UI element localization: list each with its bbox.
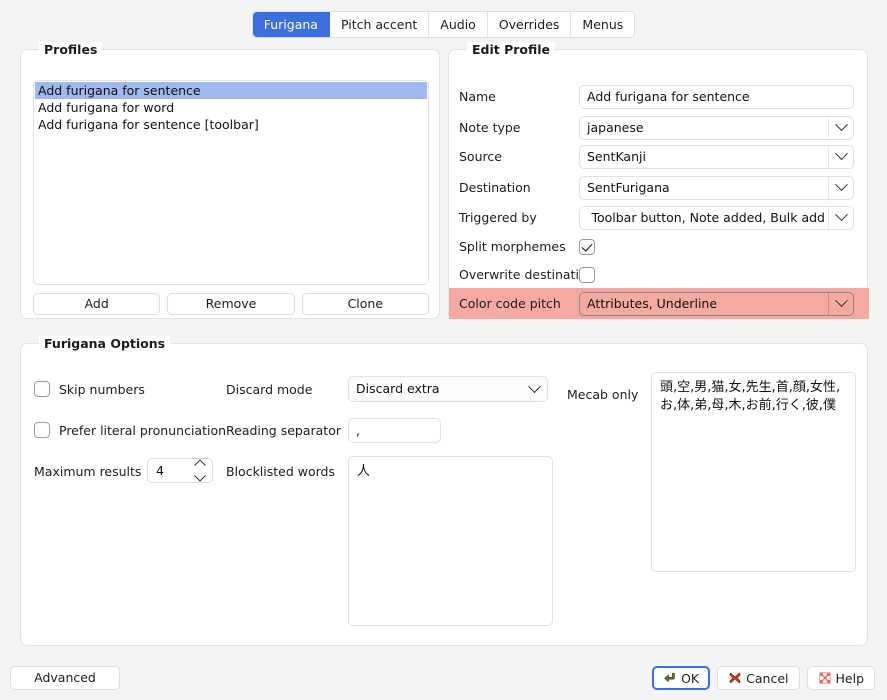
tab-bar: Furigana Pitch accent Audio Overrides Me… — [0, 11, 887, 38]
profiles-group: Profiles Add furigana for sentence Add f… — [20, 49, 440, 319]
ok-button-label: OK — [681, 671, 699, 686]
reading-separator-label: Reading separator — [226, 423, 341, 438]
source-label: Source — [449, 149, 579, 164]
triggered-by-select[interactable]: st, Toolbar button, Note added, Bulk add — [579, 206, 854, 230]
help-icon — [818, 671, 832, 685]
tab-pitch-accent[interactable]: Pitch accent — [330, 12, 429, 37]
note-type-field-wrap: japanese — [579, 116, 854, 140]
maximum-results-label: Maximum results — [34, 464, 141, 479]
furigana-settings-dialog: Furigana Pitch accent Audio Overrides Me… — [0, 0, 887, 700]
name-label: Name — [449, 89, 579, 104]
destination-label: Destination — [449, 180, 579, 195]
overwrite-destination-checkbox[interactable] — [579, 267, 595, 283]
skip-numbers-checkbox[interactable] — [34, 381, 50, 397]
form-row-triggered-by: Triggered by st, Toolbar button, Note ad… — [449, 203, 869, 232]
maximum-results-value: 4 — [156, 463, 164, 478]
note-type-value: japanese — [587, 120, 644, 135]
chevron-down-icon — [828, 177, 853, 199]
list-item[interactable]: Add furigana for sentence — [35, 82, 427, 99]
dialog-button-bar: Advanced OK Cancel — [0, 655, 887, 700]
note-type-select[interactable]: japanese — [579, 116, 854, 140]
tab-overrides[interactable]: Overrides — [488, 12, 572, 37]
source-value: SentKanji — [587, 149, 646, 164]
destination-value: SentFurigana — [587, 180, 670, 195]
chevron-down-icon — [828, 146, 853, 168]
edit-profile-group-legend: Edit Profile — [467, 42, 555, 57]
help-button[interactable]: Help — [807, 666, 876, 690]
blocklisted-words-label: Blocklisted words — [226, 464, 335, 479]
source-select[interactable]: SentKanji — [579, 145, 854, 169]
prefer-literal-pronunciation-label: Prefer literal pronunciation — [59, 423, 226, 438]
furigana-options-group: Furigana Options Skip numbers Prefer lit… — [20, 343, 868, 646]
source-field-wrap: SentKanji — [579, 145, 854, 169]
form-row-split-morphemes: Split morphemes — [449, 232, 869, 261]
triggered-by-field-wrap: st, Toolbar button, Note added, Bulk add — [579, 206, 854, 230]
discard-mode-label: Discard mode — [226, 382, 312, 397]
blocklisted-words-textarea[interactable]: 人 — [348, 456, 553, 626]
furigana-options-group-legend: Furigana Options — [39, 336, 170, 351]
close-x-icon — [728, 671, 742, 685]
reading-separator-input[interactable]: , — [348, 418, 441, 443]
ok-button[interactable]: OK — [652, 666, 710, 690]
tab-strip: Furigana Pitch accent Audio Overrides Me… — [252, 11, 636, 38]
split-morphemes-label: Split morphemes — [449, 239, 579, 254]
triggered-by-label: Triggered by — [449, 210, 579, 225]
profiles-group-legend: Profiles — [39, 42, 102, 57]
list-item[interactable]: Add furigana for word — [35, 99, 427, 116]
discard-mode-value: Discard extra — [356, 381, 440, 396]
chevron-down-icon — [828, 117, 853, 139]
advanced-button[interactable]: Advanced — [10, 666, 120, 690]
form-row-name: Name Add furigana for sentence — [449, 82, 869, 111]
form-row-color-code-pitch: Color code pitch Attributes, Underline — [449, 288, 869, 319]
maximum-results-stepper[interactable]: 4 — [147, 458, 213, 483]
chevron-down-icon — [522, 377, 547, 401]
color-code-pitch-value: Attributes, Underline — [587, 296, 717, 311]
destination-field-wrap: SentFurigana — [579, 176, 854, 200]
destination-select[interactable]: SentFurigana — [579, 176, 854, 200]
add-profile-button[interactable]: Add — [33, 293, 160, 315]
chevron-down-icon — [828, 293, 853, 315]
chevron-down-icon — [828, 207, 853, 229]
enter-arrow-icon — [663, 671, 677, 685]
clone-profile-button[interactable]: Clone — [302, 293, 429, 315]
color-code-pitch-label: Color code pitch — [449, 296, 579, 311]
cancel-button-label: Cancel — [746, 671, 788, 686]
remove-profile-button[interactable]: Remove — [167, 293, 294, 315]
profiles-listbox[interactable]: Add furigana for sentence Add furigana f… — [33, 80, 429, 285]
stepper-arrows-icon[interactable] — [194, 459, 206, 482]
overwrite-destination-wrap — [579, 266, 595, 283]
mecab-only-label: Mecab only — [567, 387, 638, 402]
help-button-label: Help — [836, 671, 865, 686]
color-code-pitch-field-wrap: Attributes, Underline — [579, 292, 854, 316]
tab-furigana[interactable]: Furigana — [253, 12, 330, 37]
cancel-button[interactable]: Cancel — [717, 666, 799, 690]
form-row-overwrite-destination: Overwrite destination — [449, 260, 869, 289]
form-row-source: Source SentKanji — [449, 142, 869, 171]
tab-audio[interactable]: Audio — [429, 12, 488, 37]
split-morphemes-wrap — [579, 238, 595, 255]
name-field-wrap: Add furigana for sentence — [579, 85, 854, 109]
form-row-destination: Destination SentFurigana — [449, 173, 869, 202]
discard-mode-select[interactable]: Discard extra — [348, 376, 548, 402]
overwrite-destination-label: Overwrite destination — [449, 267, 579, 282]
tab-menus[interactable]: Menus — [571, 12, 634, 37]
skip-numbers-label: Skip numbers — [59, 382, 145, 397]
profile-action-buttons: Add Remove Clone — [33, 293, 429, 315]
color-code-pitch-select[interactable]: Attributes, Underline — [579, 292, 854, 316]
prefer-literal-pronunciation-checkbox[interactable] — [34, 422, 50, 438]
name-input[interactable]: Add furigana for sentence — [579, 85, 854, 109]
note-type-label: Note type — [449, 120, 579, 135]
mecab-only-textarea[interactable]: 頭,空,男,猫,女,先生,首,顔,女性,お,体,弟,母,木,お前,行く,彼,僕 — [651, 372, 856, 572]
list-item[interactable]: Add furigana for sentence [toolbar] — [35, 116, 427, 133]
edit-profile-group: Edit Profile Name Add furigana for sente… — [448, 49, 868, 319]
dialog-primary-buttons: OK Cancel Help — [652, 666, 875, 690]
split-morphemes-checkbox[interactable] — [579, 239, 595, 255]
triggered-by-value: st, Toolbar button, Note added, Bulk add — [587, 207, 825, 229]
form-row-note-type: Note type japanese — [449, 113, 869, 142]
